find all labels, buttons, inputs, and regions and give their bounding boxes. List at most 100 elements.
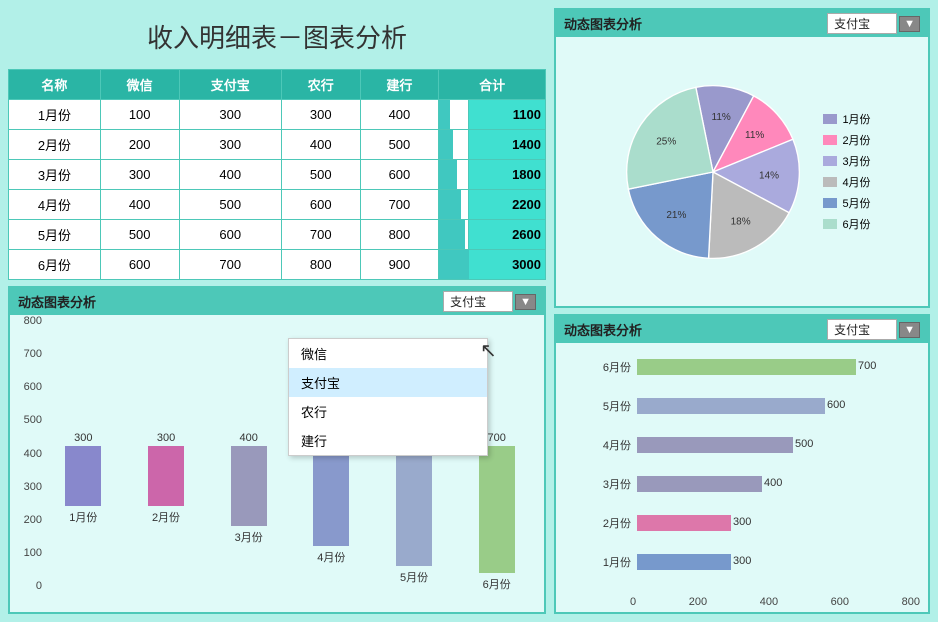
hbar-label: 5月份 bbox=[596, 398, 631, 414]
pie-chart-svg: 11%11%14%18%21%25% bbox=[613, 72, 813, 272]
bar-chart-dropdown-box[interactable]: 支付宝 bbox=[443, 291, 513, 312]
bar-label: 5月份 bbox=[400, 569, 428, 585]
col-name: 名称 bbox=[9, 70, 101, 100]
pie-chart-dropdown-arrow[interactable]: ▼ bbox=[899, 16, 920, 32]
legend-label: 2月份 bbox=[842, 132, 870, 148]
legend-label: 6月份 bbox=[842, 216, 870, 232]
cell-name: 3月份 bbox=[9, 160, 101, 190]
cell-zhifubao: 300 bbox=[179, 100, 281, 130]
bar-label: 3月份 bbox=[235, 529, 263, 545]
bar-rect bbox=[479, 446, 515, 573]
data-table: 名称 微信 支付宝 农行 建行 合计 1月份 100 300 300 400 1… bbox=[8, 69, 546, 280]
table-row: 3月份 300 400 500 600 1800 bbox=[9, 160, 546, 190]
bar-chart-selected-value: 支付宝 bbox=[450, 295, 486, 309]
pie-chart-title: 动态图表分析 bbox=[564, 14, 642, 33]
legend-label: 1月份 bbox=[842, 111, 870, 127]
table-row: 4月份 400 500 600 700 2200 bbox=[9, 190, 546, 220]
cell-jianxing: 900 bbox=[360, 250, 439, 280]
cell-total-bar bbox=[439, 100, 469, 130]
cell-total-bar bbox=[439, 250, 469, 280]
hbar-chart-dropdown-box[interactable]: 支付宝 bbox=[827, 319, 897, 340]
hbar-chart-dropdown-arrow[interactable]: ▼ bbox=[899, 322, 920, 338]
table-row: 5月份 500 600 700 800 2600 bbox=[9, 220, 546, 250]
x-axis-labels: 0 200 400 600 800 bbox=[556, 596, 928, 612]
cell-total-value: 1400 bbox=[469, 130, 546, 160]
dropdown-item-jianxing[interactable]: 建行 bbox=[289, 426, 487, 455]
cell-name: 4月份 bbox=[9, 190, 101, 220]
cell-name: 6月份 bbox=[9, 250, 101, 280]
bar-rect bbox=[65, 446, 101, 506]
bar-chart-dropdown-area: 支付宝 ▼ bbox=[443, 291, 536, 312]
table-row: 2月份 200 300 400 500 1400 bbox=[9, 130, 546, 160]
hbar-area: 6月份 700 5月份 600 4月份 500 3月份 400 2月份 300 … bbox=[556, 343, 928, 594]
legend-label: 3月份 bbox=[842, 153, 870, 169]
cell-zhifubao: 400 bbox=[179, 160, 281, 190]
cell-name: 2月份 bbox=[9, 130, 101, 160]
pie-label: 21% bbox=[667, 210, 687, 221]
cell-nongxing: 800 bbox=[281, 250, 360, 280]
hbar-track: 500 bbox=[637, 437, 887, 453]
cell-jianxing: 600 bbox=[360, 160, 439, 190]
dropdown-item-zhifubao[interactable]: 支付宝 bbox=[289, 368, 487, 397]
pie-chart-dropdown-box[interactable]: 支付宝 bbox=[827, 13, 897, 34]
cell-total-value: 1800 bbox=[469, 160, 546, 190]
col-jianxing: 建行 bbox=[360, 70, 439, 100]
hbar-chart-dropdown-area: 支付宝 ▼ bbox=[827, 319, 920, 340]
table-row: 1月份 100 300 300 400 1100 bbox=[9, 100, 546, 130]
bar-col: 500 4月份 bbox=[294, 432, 369, 592]
legend-item: 5月份 bbox=[823, 195, 870, 211]
left-panel: 收入明细表－图表分析 名称 微信 支付宝 农行 建行 合计 1月份 100 30… bbox=[0, 0, 554, 622]
cell-nongxing: 600 bbox=[281, 190, 360, 220]
hbar-value: 700 bbox=[858, 360, 876, 372]
bar-col: 300 1月份 bbox=[46, 432, 121, 592]
legend-color bbox=[823, 198, 837, 208]
pie-label: 18% bbox=[731, 216, 751, 227]
cell-total-value: 3000 bbox=[469, 250, 546, 280]
cell-weixin: 500 bbox=[100, 220, 179, 250]
dropdown-menu: 微信 支付宝 农行 建行 bbox=[288, 338, 488, 456]
cell-weixin: 100 bbox=[100, 100, 179, 130]
pie-legend: 1月份 2月份 3月份 4月份 5月份 6月份 bbox=[823, 111, 870, 232]
table-row: 6月份 600 700 800 900 3000 bbox=[9, 250, 546, 280]
cell-total-bar bbox=[439, 160, 469, 190]
hbar-chart-selected-value: 支付宝 bbox=[834, 323, 870, 337]
right-panel: 动态图表分析 支付宝 ▼ 11%11%14%18%21%25% 1月份 2月份 … bbox=[554, 0, 938, 622]
dropdown-item-nongxing[interactable]: 农行 bbox=[289, 397, 487, 426]
cell-jianxing: 700 bbox=[360, 190, 439, 220]
bar-chart-header: 动态图表分析 支付宝 ▼ bbox=[10, 288, 544, 315]
bar-chart-dropdown-arrow[interactable]: ▼ bbox=[515, 294, 536, 310]
cell-zhifubao: 300 bbox=[179, 130, 281, 160]
hbar-value: 500 bbox=[795, 438, 813, 450]
bar-label: 2月份 bbox=[152, 509, 180, 525]
cell-total-value: 2200 bbox=[469, 190, 546, 220]
y-axis-labels: 800 700 600 500 400 300 200 100 0 bbox=[10, 315, 46, 592]
hbar-label: 6月份 bbox=[596, 359, 631, 375]
bar-rect bbox=[396, 446, 432, 566]
legend-color bbox=[823, 114, 837, 124]
col-zhifubao: 支付宝 bbox=[179, 70, 281, 100]
pie-chart-header: 动态图表分析 支付宝 ▼ bbox=[556, 10, 928, 37]
hbar-row: 4月份 500 bbox=[596, 434, 898, 456]
legend-item: 3月份 bbox=[823, 153, 870, 169]
cell-jianxing: 400 bbox=[360, 100, 439, 130]
hbar-chart-title: 动态图表分析 bbox=[564, 320, 642, 339]
cell-total-value: 2600 bbox=[469, 220, 546, 250]
bar-col: 600 5月份 bbox=[377, 432, 452, 592]
cell-name: 1月份 bbox=[9, 100, 101, 130]
cell-zhifubao: 500 bbox=[179, 190, 281, 220]
bar-col: 700 6月份 bbox=[459, 432, 534, 592]
dropdown-item-weixin[interactable]: 微信 bbox=[289, 339, 487, 368]
hbar-row: 3月份 400 bbox=[596, 473, 898, 495]
cell-weixin: 400 bbox=[100, 190, 179, 220]
hbar-fill bbox=[637, 359, 856, 375]
bar-rect bbox=[231, 446, 267, 526]
hbar-value: 600 bbox=[827, 399, 845, 411]
hbar-label: 3月份 bbox=[596, 476, 631, 492]
hbar-fill bbox=[637, 476, 762, 492]
hbar-fill bbox=[637, 437, 793, 453]
bar-chart-title: 动态图表分析 bbox=[18, 292, 96, 311]
cell-jianxing: 800 bbox=[360, 220, 439, 250]
bar-value-label: 300 bbox=[74, 432, 92, 444]
legend-color bbox=[823, 177, 837, 187]
legend-color bbox=[823, 219, 837, 229]
